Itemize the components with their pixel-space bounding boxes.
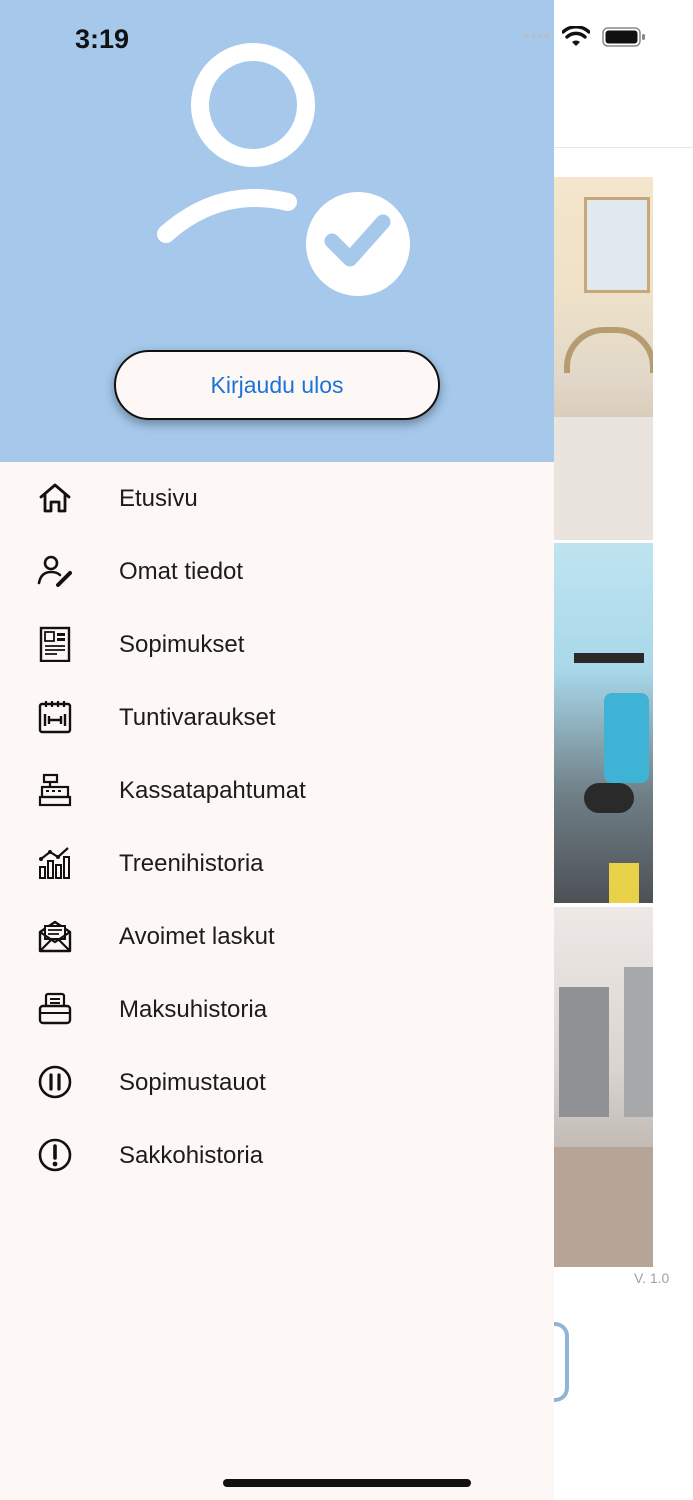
menu-item-label: Kassatapahtumat [119, 776, 306, 804]
version-label: V. 1.0 [634, 1270, 670, 1286]
envelope-icon [37, 918, 73, 954]
chart-icon [37, 845, 73, 881]
menu-item-label: Avoimet laskut [119, 922, 275, 950]
menu-item-omat-tiedot[interactable]: Omat tiedot [0, 535, 554, 608]
gym-photo-cardio[interactable] [554, 177, 653, 540]
menu-item-etusivu[interactable]: Etusivu [0, 462, 554, 535]
menu-item-sopimukset[interactable]: Sopimukset [0, 608, 554, 681]
wifi-icon [562, 26, 591, 46]
menu-item-label: Sopimustauot [119, 1068, 266, 1096]
menu-item-avoimet-laskut[interactable]: Avoimet laskut [0, 900, 554, 973]
drawer-menu: Etusivu Omat tiedot Sopimukset Tuntivara… [0, 462, 554, 1192]
battery-icon [602, 27, 646, 47]
drawer-header: Kirjaudu ulos [0, 0, 554, 462]
home-indicator[interactable] [223, 1479, 471, 1487]
navigation-drawer: Kirjaudu ulos Etusivu Omat tiedot Sopimu… [0, 0, 554, 1500]
background-header-divider [554, 147, 693, 148]
menu-item-label: Sakkohistoria [119, 1141, 264, 1169]
menu-item-kassatapahtumat[interactable]: Kassatapahtumat [0, 754, 554, 827]
menu-item-label: Omat tiedot [119, 557, 244, 585]
menu-item-label: Etusivu [119, 484, 198, 512]
menu-item-label: Tuntivaraukset [119, 703, 276, 731]
calendar-dumbbell-icon [37, 699, 73, 735]
pause-icon [37, 1064, 73, 1100]
status-time: 3:19 [75, 24, 130, 54]
cellular-signal-icon: •••• [524, 28, 551, 45]
menu-item-tuntivaraukset[interactable]: Tuntivaraukset [0, 681, 554, 754]
status-indicators: •••• [524, 26, 646, 48]
menu-item-sakkohistoria[interactable]: Sakkohistoria [0, 1119, 554, 1192]
menu-item-label: Sopimukset [119, 630, 245, 658]
gym-photo-bikes[interactable] [554, 543, 653, 903]
menu-item-maksuhistoria[interactable]: Maksuhistoria [0, 973, 554, 1046]
user-edit-icon [37, 553, 73, 589]
home-icon [37, 480, 73, 516]
user-verified-avatar-icon [157, 43, 410, 296]
menu-item-label: Maksuhistoria [119, 995, 268, 1023]
menu-item-sopimustauot[interactable]: Sopimustauot [0, 1046, 554, 1119]
menu-item-treenihistoria[interactable]: Treenihistoria [0, 827, 554, 900]
gym-photo-machines[interactable] [554, 907, 653, 1267]
receipt-printer-icon [37, 991, 73, 1027]
menu-item-label: Treenihistoria [119, 849, 264, 877]
logout-button[interactable]: Kirjaudu ulos [114, 350, 440, 420]
cash-register-icon [37, 772, 73, 808]
exclamation-icon [37, 1137, 73, 1173]
contract-icon [37, 626, 73, 662]
